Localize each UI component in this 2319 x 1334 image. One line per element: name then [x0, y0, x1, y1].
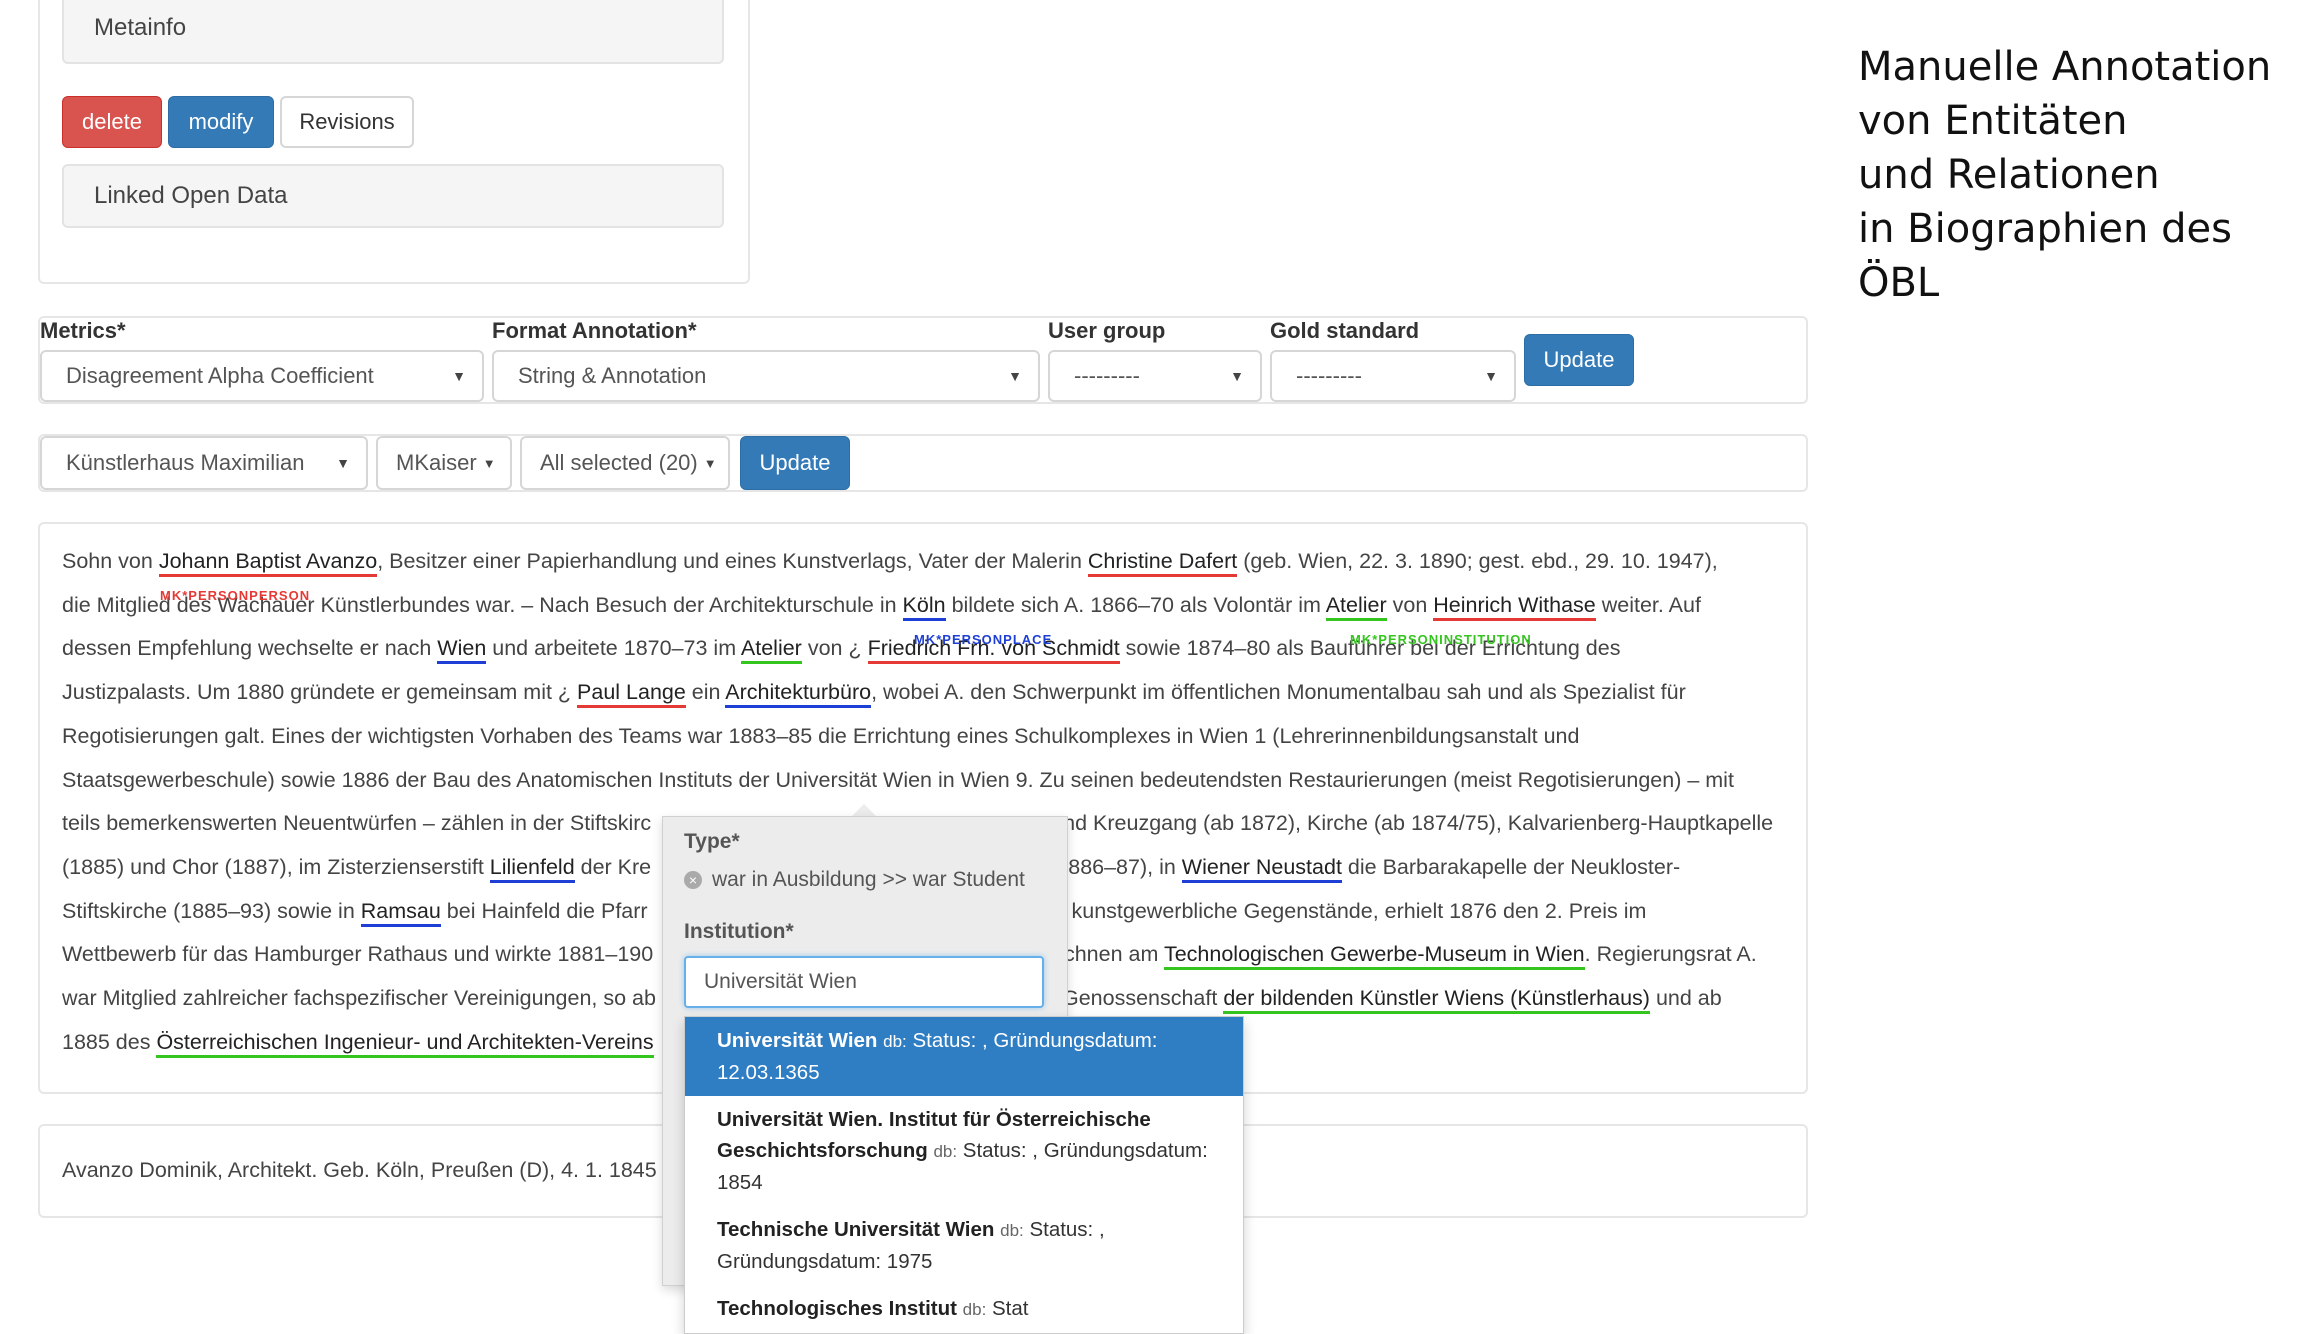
remove-circle-icon[interactable]: ×	[684, 871, 702, 889]
slide-title-line: und Relationen	[1858, 152, 2160, 198]
slide-title-line: Manuelle Annotation	[1858, 44, 2272, 90]
caret-down-icon: ▼	[452, 368, 466, 384]
toolbar-update-button[interactable]: Update	[740, 436, 850, 490]
user-dropdown[interactable]: MKaiser ▼	[376, 436, 512, 490]
caret-down-icon: ▼	[336, 455, 350, 471]
entity-institution[interactable]: Architekturbüro	[725, 680, 872, 709]
entity-institution[interactable]: der bildenden Künstler Wiens (Künstlerha…	[1223, 986, 1650, 1015]
entity-institution[interactable]: Österreichischen Ingenieur- und Architek…	[156, 1029, 654, 1058]
format-annotation-select[interactable]: String & Annotation ▼	[492, 350, 1040, 402]
suggestion-item[interactable]: Technologisches Institut db: Stat	[685, 1285, 1243, 1333]
caret-down-icon: ▼	[703, 455, 717, 471]
metrics-select[interactable]: Disagreement Alpha Coefficient ▼	[40, 350, 484, 402]
bio-line: Sohn von Johann Baptist Avanzo, Besitzer…	[62, 540, 1792, 584]
metrics-label: Metrics*	[40, 318, 126, 343]
type-value-text: war in Ausbildung >> war Student	[712, 868, 1025, 891]
institution-suggestions: Universität Wien db: Status: , Gründungs…	[684, 1016, 1244, 1334]
tag-personperson: MK*PERSONPERSON	[160, 588, 311, 603]
slide-title: Manuelle Annotation von Entitäten und Re…	[1858, 40, 2319, 310]
gold-standard-select[interactable]: --------- ▼	[1270, 350, 1516, 402]
institution-input[interactable]	[684, 956, 1044, 1008]
project-select[interactable]: Künstlerhaus Maximilian ▼	[40, 436, 368, 490]
caret-down-icon: ▼	[1230, 368, 1244, 384]
caret-down-icon: ▼	[1008, 368, 1022, 384]
bio-line: die Mitglied des Wachauer Künstlerbundes…	[62, 584, 1792, 628]
entity-place[interactable]: Ramsau	[360, 898, 441, 927]
entity-person[interactable]: Paul Lange	[577, 680, 686, 709]
bio-line: Staatsgewerbeschule) sowie 1886 der Bau …	[62, 767, 1734, 792]
entity-place[interactable]: Lilienfeld	[489, 854, 575, 883]
selection-dropdown[interactable]: All selected (20) ▼	[520, 436, 730, 490]
entity-person[interactable]: Johann Baptist Avanzo	[158, 549, 378, 577]
type-label: Type*	[684, 830, 740, 853]
delete-button[interactable]: delete	[62, 96, 162, 148]
caret-down-icon: ▼	[482, 455, 496, 471]
entity-place[interactable]: Köln	[902, 592, 946, 621]
slide-title-line: in Biographien des ÖBL	[1858, 206, 2232, 306]
caret-down-icon: ▼	[1484, 368, 1498, 384]
user-dropdown-value: MKaiser	[396, 450, 477, 475]
format-annotation-label: Format Annotation*	[492, 318, 697, 343]
entity-place[interactable]: Wien	[437, 636, 487, 665]
bio-line: Regotisierungen galt. Eines der wichtigs…	[62, 723, 1580, 748]
suggestion-item[interactable]: Universität Wien db: Status: , Gründungs…	[685, 1017, 1243, 1096]
popover-arrow	[852, 804, 876, 816]
entity-institution[interactable]: Technologischen Gewerbe-Museum in Wien	[1163, 942, 1585, 971]
suggestion-item[interactable]: Technische Universität Wien db: Status: …	[685, 1206, 1243, 1285]
entity-person[interactable]: Heinrich Withase	[1433, 592, 1596, 621]
entity-place[interactable]: Wiener Neustadt	[1181, 854, 1342, 883]
metainfo-well[interactable]: Metainfo	[62, 0, 724, 64]
footer-text: Avanzo Dominik, Architekt. Geb. Köln, Pr…	[62, 1158, 657, 1182]
entity-person[interactable]: Christine Dafert	[1087, 549, 1238, 577]
bio-line: Justizpalasts. Um 1880 gründete er gemei…	[62, 671, 1792, 715]
type-value[interactable]: × war in Ausbildung >> war Student	[684, 868, 1025, 892]
linked-open-data-well[interactable]: Linked Open Data	[62, 164, 724, 228]
revisions-button[interactable]: Revisions	[280, 96, 414, 148]
user-group-select-value: ---------	[1074, 363, 1140, 388]
metrics-update-button[interactable]: Update	[1524, 334, 1634, 386]
entity-institution[interactable]: Atelier	[740, 636, 802, 665]
user-group-label: User group	[1048, 318, 1166, 343]
linked-open-data-label: Linked Open Data	[94, 182, 288, 209]
tag-personplace: MK*PERSONPLACE	[914, 632, 1053, 647]
slide-title-line: von Entitäten	[1858, 98, 2128, 144]
metrics-select-value: Disagreement Alpha Coefficient	[66, 363, 374, 388]
format-annotation-select-value: String & Annotation	[518, 363, 707, 388]
gold-standard-label: Gold standard	[1270, 318, 1420, 343]
user-group-select[interactable]: --------- ▼	[1048, 350, 1262, 402]
suggestion-item[interactable]: Universität Wien. Institut für Österreic…	[685, 1096, 1243, 1206]
tag-personinstitution: MK*PERSONINSTITUTION	[1350, 632, 1532, 647]
gold-standard-select-value: ---------	[1296, 363, 1362, 388]
selection-dropdown-value: All selected (20)	[540, 450, 698, 475]
metainfo-label: Metainfo	[94, 14, 187, 41]
project-select-value: Künstlerhaus Maximilian	[66, 450, 305, 475]
institution-label: Institution*	[684, 920, 794, 943]
entity-institution[interactable]: Atelier	[1325, 592, 1387, 621]
modify-button[interactable]: modify	[168, 96, 274, 148]
